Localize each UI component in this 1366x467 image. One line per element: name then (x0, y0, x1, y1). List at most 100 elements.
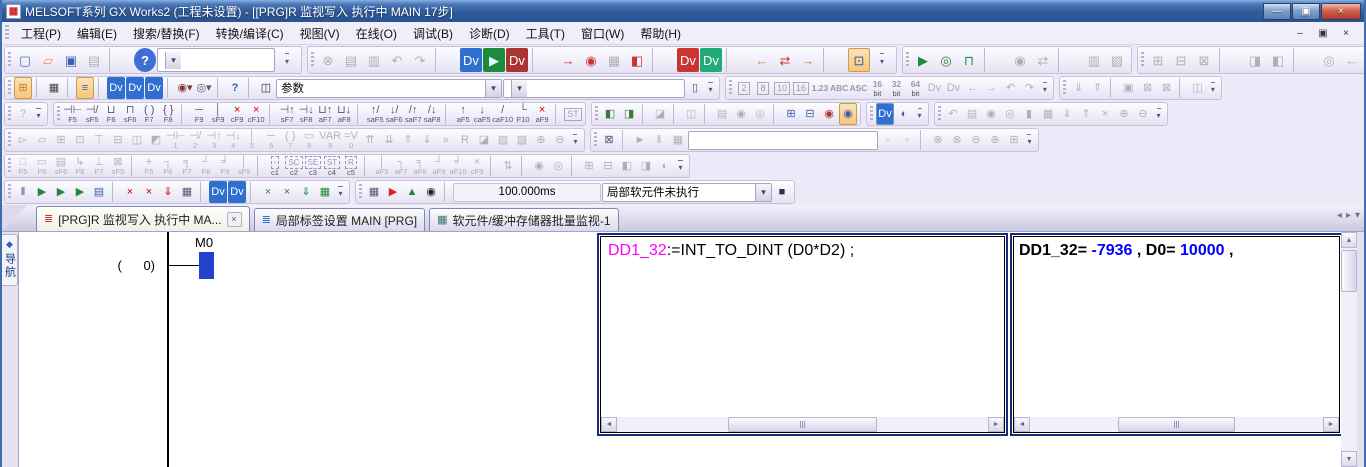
scroll-thumb[interactable] (728, 417, 876, 432)
toolbar-overflow[interactable]: ▾ (570, 129, 581, 151)
step-down-button[interactable]: ⇓ (297, 181, 315, 203)
menu-window[interactable]: 窗口(W) (573, 22, 632, 45)
interlock-edit-button[interactable]: ▱ (33, 129, 51, 151)
edit-block-button[interactable]: ◪ (651, 103, 669, 125)
find-binoculars-button[interactable]: ◫ (257, 77, 275, 99)
trace-find-button[interactable]: ◉ (1009, 48, 1031, 72)
project-data-combo[interactable] (157, 48, 275, 72)
local-device-combo[interactable]: 局部软元件未执行 (602, 183, 772, 202)
restore-button[interactable]: ▣ (1292, 3, 1320, 20)
skip-2-button[interactable]: ⊗ (948, 129, 966, 151)
connection-destination-button[interactable]: ■ (773, 181, 791, 203)
coil-button[interactable]: ( ) F7 (140, 103, 158, 125)
tab-device-buffer-monitor[interactable]: ▦ 软元件/缓冲存储器批量监视-1 × (429, 208, 618, 231)
step-table-button[interactable]: ▦ (669, 129, 687, 151)
open-contact-button[interactable]: ⊣⊢ F5 (63, 103, 82, 125)
toolbar-overflow[interactable]: ▾ (705, 77, 716, 99)
scroll-left-arrow-icon[interactable]: ◄ (1014, 417, 1030, 432)
delete-x-button[interactable]: × (1096, 103, 1114, 125)
doc-write-button[interactable]: → (797, 48, 819, 72)
menu-convert-compile[interactable]: 转换/编译(C) (208, 22, 292, 45)
find-in-page-button[interactable]: ▯ (686, 77, 704, 99)
line-branch-button[interactable]: └ F10 (514, 103, 532, 125)
row-insert-button[interactable]: ⊟ (109, 129, 127, 151)
pause-step-button[interactable]: ‖ (650, 129, 668, 151)
delete-horizontal-line-button[interactable]: × cF9 (228, 103, 246, 125)
help-icon[interactable]: ? (134, 48, 156, 72)
pulse-pair-up-button[interactable]: ⇈ (361, 129, 379, 151)
navigation-dock-tab[interactable]: ◆ 导航 (2, 234, 18, 286)
copy-button[interactable]: ▤ (340, 48, 362, 72)
scroll-right-arrow-icon[interactable]: ► (988, 417, 1004, 432)
pulse-up-2-button[interactable]: ⇑ (399, 129, 417, 151)
step-list-button[interactable]: ▦ (316, 181, 334, 203)
comment-edit-button[interactable]: ◪ (475, 129, 493, 151)
monitor-terminal-button[interactable]: ▶ (483, 48, 505, 72)
contact-4-button[interactable]: ⊣↓ 4 (224, 129, 242, 151)
partial-zoom-out-button[interactable]: ⊖ (967, 129, 985, 151)
jump-label-button[interactable]: » (437, 129, 455, 151)
watch-value-box[interactable]: DD1_32= -7936 , D0= 10000 , ◄ ► (1010, 233, 1343, 436)
tab-scroll-left-button[interactable]: ◂ (1337, 210, 1342, 221)
sfc-tree-2-button[interactable]: ⊟ (599, 155, 617, 177)
device-test-button[interactable]: ◉ (820, 103, 838, 125)
toolbar-overflow[interactable]: ▾ (871, 48, 893, 72)
open-project-button[interactable]: ▱ (37, 48, 59, 72)
verify-with-plc-button[interactable]: ▦ (603, 48, 625, 72)
undo-button[interactable]: ↶ (386, 48, 408, 72)
grid-2-button[interactable]: ⊡ (71, 129, 89, 151)
column-select-button[interactable]: ◫ (128, 129, 146, 151)
fb-insert-button[interactable]: ⊞ (1147, 48, 1169, 72)
close-branch-button[interactable]: ⊓ sF6 (121, 103, 139, 125)
open-branch-button[interactable]: ⊔ F6 (102, 103, 120, 125)
device-clear-2-button[interactable]: Dv (228, 181, 246, 203)
trace-transfer-button[interactable]: ⇄ (1032, 48, 1054, 72)
navigation-window-button[interactable]: ⊞ (14, 77, 32, 99)
editor-vertical-scrollbar[interactable]: ▲ ▼ (1341, 232, 1357, 467)
scroll-up-arrow-icon[interactable]: ▲ (1341, 232, 1357, 248)
copy-document-button[interactable]: ▤ (713, 103, 731, 125)
display-ascii-button[interactable]: ASC (849, 77, 867, 99)
monitor-interval-button[interactable]: ◐ (895, 103, 913, 125)
watch-horizontal-scrollbar[interactable]: ◄ ► (1014, 417, 1339, 432)
find-up-button[interactable]: ⇑ (1077, 103, 1095, 125)
menu-find-replace[interactable]: 搜索/替换(F) (125, 22, 208, 45)
pulse-down-contact-button[interactable]: ⊣↓ sF8 (297, 103, 315, 125)
sfc-find-button[interactable]: ◎ (549, 155, 567, 177)
display-abc-button[interactable]: ABC (830, 77, 848, 99)
sfc-se-button[interactable]: SE c3 (304, 155, 322, 177)
pulse-not-up-contact-button[interactable]: ↑/ saF5 (366, 103, 384, 125)
fb-delete-button[interactable]: ⊠ (1193, 48, 1215, 72)
mdi-restore-button[interactable]: ▣ (1313, 25, 1333, 41)
undo-trace-button[interactable]: ↶ (944, 103, 962, 125)
tab-close-icon[interactable]: × (227, 212, 242, 227)
result-falling-button[interactable]: ↓ caF5 (473, 103, 491, 125)
device-save-button[interactable]: ↶ (1001, 77, 1019, 99)
close-contact-button[interactable]: ⊣/ sF5 (83, 103, 101, 125)
scroll-thumb[interactable] (1341, 250, 1357, 292)
toolbar-overflow[interactable]: ▾ (276, 48, 298, 72)
sfc-a-vertical-button[interactable]: │ aF5 (373, 155, 391, 177)
zoom-out-button[interactable]: ⊖ (1134, 103, 1152, 125)
toolbar-overflow[interactable]: ▾ (33, 103, 44, 125)
invert-result-button[interactable]: / caF10 (492, 103, 513, 125)
display-decimal-button[interactable]: 10 (773, 77, 791, 99)
sfc-block-button[interactable]: ▭ F6 (33, 155, 51, 177)
monitor-edit-button[interactable]: ◉ (839, 103, 857, 125)
sfc-clock-button[interactable]: ◐ (656, 155, 674, 177)
pulse-not-up-branch-button[interactable]: /↑ saF7 (404, 103, 422, 125)
tab-list-button[interactable]: ▾ (1355, 210, 1360, 221)
print-button[interactable]: ▤ (83, 48, 105, 72)
scroll-thumb[interactable] (1118, 417, 1235, 432)
chart-1-button[interactable]: ▥ (1083, 48, 1105, 72)
partial-zoom-in-button[interactable]: ⊕ (986, 129, 1004, 151)
monitor-start-button[interactable]: ▶ (33, 181, 51, 203)
pulse-up-contact-button[interactable]: ⊣↑ sF7 (278, 103, 296, 125)
device-next-button[interactable]: → (982, 77, 1000, 99)
edit-coil-button[interactable]: ◨ (620, 103, 638, 125)
statement-edit-button[interactable]: ▨ (513, 129, 531, 151)
write-to-plc-button[interactable]: → (557, 48, 579, 72)
sfc-step-button[interactable]: □ F5 (14, 155, 32, 177)
device-clear-1-button[interactable]: Dv (209, 181, 227, 203)
device-display-dropdown[interactable]: ◉▾ (176, 77, 194, 99)
